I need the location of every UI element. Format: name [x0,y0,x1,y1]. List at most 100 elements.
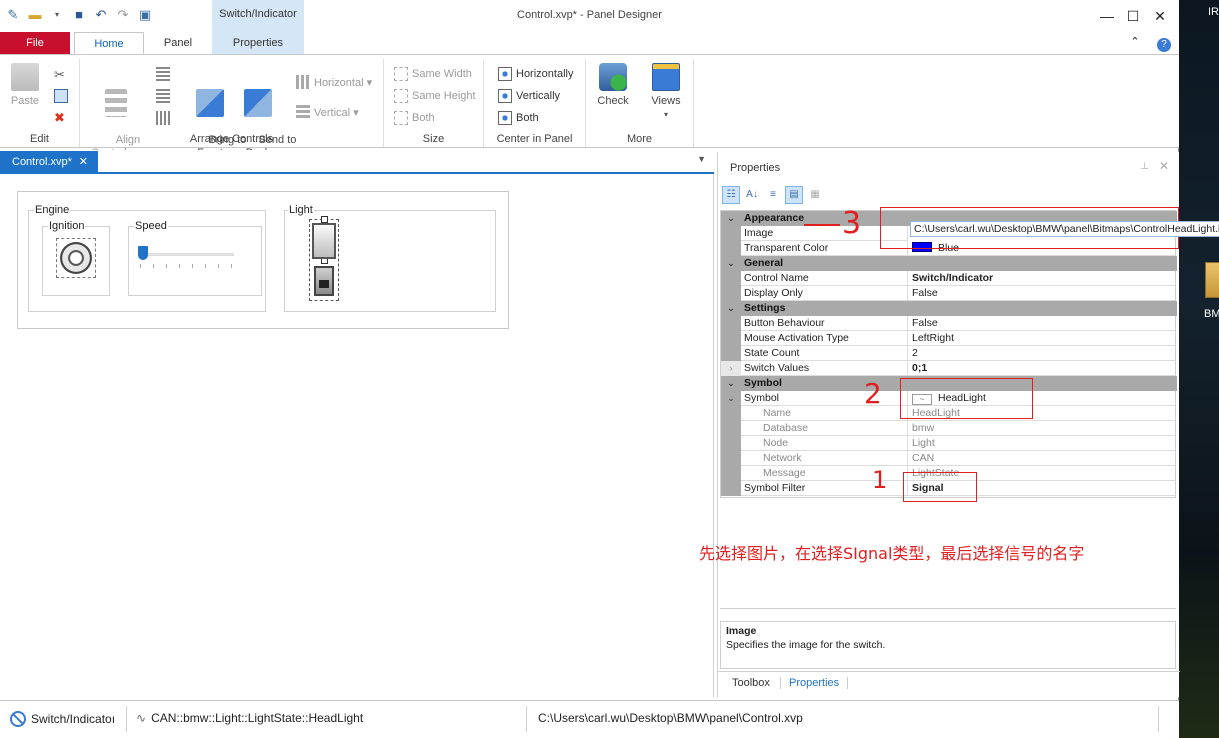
center-vertically-button[interactable]: Vertically [498,89,560,103]
tab-properties-panel[interactable]: Properties [780,677,849,689]
no-entry-icon [10,711,26,727]
status-separator [1158,706,1159,732]
desktop-label-top: IR [1208,6,1219,18]
window-title: Control.xvp* - Panel Designer [517,9,662,21]
align-right-button[interactable] [156,89,170,103]
property-row-state-count[interactable]: State Count 2 [721,346,1177,361]
events-view-icon[interactable]: ▤ [785,186,803,204]
category-general[interactable]: ⌄ General [721,256,1177,271]
paste-button[interactable]: Paste [6,63,44,108]
resize-handle-top[interactable] [321,216,328,223]
expand-icon[interactable]: › [721,361,741,376]
ribbon-group-more: Check Views ▾ More [586,59,694,147]
collapse-icon[interactable]: ⌄ [721,391,741,406]
properties-panel: Properties ⊥ ✕ ☷ A↓ ≡ ▤ ▦ ⌄ Appearance Im… [717,152,1219,697]
categorized-view-icon[interactable]: ☷ [722,186,740,204]
status-separator [526,706,527,732]
description-text: Specifies the image for the switch. [726,639,886,651]
design-canvas[interactable]: Engine Ignition Speed Light [0,175,714,697]
close-properties-icon[interactable]: ✕ [1159,159,1169,173]
collapse-icon[interactable]: ⌄ [721,376,741,391]
group-label-edit: Edit [30,133,49,145]
tab-panel[interactable]: Panel [150,32,206,54]
property-commands-bar[interactable] [720,608,1176,618]
maximize-button[interactable]: ☐ [1121,6,1145,26]
tab-properties[interactable]: Properties [212,32,304,54]
center-vertically-icon [498,89,512,103]
ribbon-group-center: Horizontally Vertically Both Center in P… [484,59,586,147]
document-tab[interactable]: Control.xvp* ✕ [0,151,98,173]
category-settings[interactable]: ⌄ Settings [721,301,1177,316]
property-row-display-only[interactable]: Display Only False [721,286,1177,301]
copy-button[interactable] [54,89,68,103]
align-icon [105,89,127,117]
delete-button[interactable]: ✖ [54,111,68,125]
check-label: Check [597,95,629,107]
same-width-button[interactable]: Same Width [394,67,472,81]
collapse-icon[interactable]: ⌄ [721,301,741,316]
minimize-button[interactable]: — [1095,6,1119,26]
center-horizontally-button[interactable]: Horizontally [498,67,573,81]
cut-button[interactable]: ✂ [54,67,68,82]
align-left-icon [156,67,170,81]
help-icon[interactable]: ? [1152,32,1176,52]
ignition-switch-control[interactable] [56,238,96,278]
close-button[interactable]: ✕ [1148,6,1172,26]
property-grid: ⌄ Appearance Image C:\Users\carl.wu\Deskto… [720,210,1219,498]
description-title: Image [726,625,757,637]
properties-view-icon[interactable]: ≡ [764,186,782,204]
speed-slider-thumb[interactable] [138,246,148,260]
desktop-icon-label: BM [1204,308,1219,320]
collapse-icon[interactable]: ⌄ [721,256,741,271]
center-both-label: Both [516,112,539,124]
desktop-folder-icon[interactable] [1205,262,1219,298]
paste-label: Paste [10,95,40,107]
speed-slider-control[interactable] [136,244,236,270]
views-label: Views [651,95,681,107]
horizontal-spacing-button[interactable]: Horizontal ▾ [296,75,372,89]
property-row-network[interactable]: Network CAN [721,451,1177,466]
status-file-path: C:\Users\carl.wu\Desktop\BMW\panel\Contr… [538,711,803,725]
tab-toolbox[interactable]: Toolbox [732,677,770,689]
same-height-button[interactable]: Same Height [394,89,476,103]
cut-icon: ✂ [54,67,65,82]
center-horizontally-icon [498,67,512,81]
light-switch-selected[interactable] [309,216,339,301]
group-label-size: Size [422,133,445,145]
image-path-editor[interactable]: C:\Users\carl.wu\Desktop\BMW\panel\Bitma… [910,221,1219,237]
annotation-box-filter [903,472,977,502]
same-height-icon [394,89,408,103]
collapse-ribbon-icon[interactable]: ⌃ [1123,32,1147,52]
vertical-spacing-button[interactable]: Vertical ▾ [296,105,359,119]
delete-icon: ✖ [54,110,65,125]
align-left-button[interactable] [156,67,170,81]
alphabetical-view-icon[interactable]: A↓ [743,186,761,204]
panel-designer-window: ✎ ▬ ▾ ■ ↶ ↷ ▣ Control.xvp* - Panel Desig… [0,0,1219,738]
property-row-database[interactable]: Database bmw [721,421,1177,436]
speed-slider-ticks [140,264,234,268]
document-list-dropdown-icon[interactable]: ▼ [697,154,706,164]
annotation-step-3: 3 [842,206,862,241]
close-document-icon[interactable]: ✕ [79,151,88,173]
center-both-button[interactable]: Both [498,111,539,125]
collapse-icon[interactable]: ⌄ [721,211,741,226]
tab-home[interactable]: Home [74,32,144,54]
tab-file[interactable]: File [0,32,70,54]
property-row-node[interactable]: Node Light [721,436,1177,451]
property-pages-icon[interactable]: ▦ [806,186,824,204]
align-top-button[interactable] [156,111,170,125]
same-width-label: Same Width [412,68,472,80]
check-button[interactable]: Check [594,63,632,108]
views-button[interactable]: Views ▾ [646,63,686,121]
property-row-button-behaviour[interactable]: Button Behaviour False [721,316,1177,331]
ribbon-tab-row: File Home Panel Properties ⌃ ? [0,32,1179,54]
property-row-mouse-activation[interactable]: Mouse Activation Type LeftRight [721,331,1177,346]
same-size-icon [394,111,408,125]
property-row-control-name[interactable]: Control Name Switch/Indicator [721,271,1177,286]
horizontal-label: Horizontal ▾ [314,76,373,89]
property-row-switch-values[interactable]: › Switch Values 0;1 [721,361,1177,376]
pin-icon[interactable]: ⊥ [1140,161,1149,172]
speed-group-label: Speed [134,220,168,232]
same-size-both-button[interactable]: Both [394,111,435,125]
panel-frame: Engine Ignition Speed Light [17,191,509,329]
